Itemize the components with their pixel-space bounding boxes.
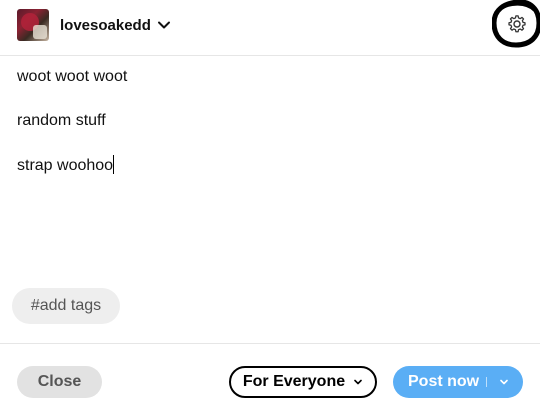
gear-icon[interactable] [492,0,540,48]
audience-label: For Everyone [242,373,346,390]
text-caret [113,155,115,174]
post-text-line-content: strap woohoo [17,157,114,174]
post-text-line[interactable]: woot woot woot [17,68,127,86]
blog-avatar [17,9,49,41]
post-now-label: Post now [408,373,480,390]
post-editor: lovesoakedd woot woot woot random stuff … [0,0,540,416]
button-divider [486,377,487,387]
chevron-down-icon [500,379,508,385]
add-tags-input[interactable]: #add tags [12,288,120,324]
post-text-line-active[interactable]: strap woohoo [17,155,115,175]
close-button[interactable]: Close [17,366,102,398]
post-now-button[interactable]: Post now [393,366,523,398]
audience-dropdown[interactable]: For Everyone [229,366,377,398]
chevron-down-icon [157,21,170,29]
chevron-down-icon [354,379,362,385]
post-options-toggle[interactable] [493,366,515,398]
blog-name: lovesoakedd [60,16,151,34]
post-text-line[interactable]: random stuff [17,112,106,130]
blog-switcher[interactable]: lovesoakedd [60,14,171,36]
editor-header: lovesoakedd [0,0,540,56]
